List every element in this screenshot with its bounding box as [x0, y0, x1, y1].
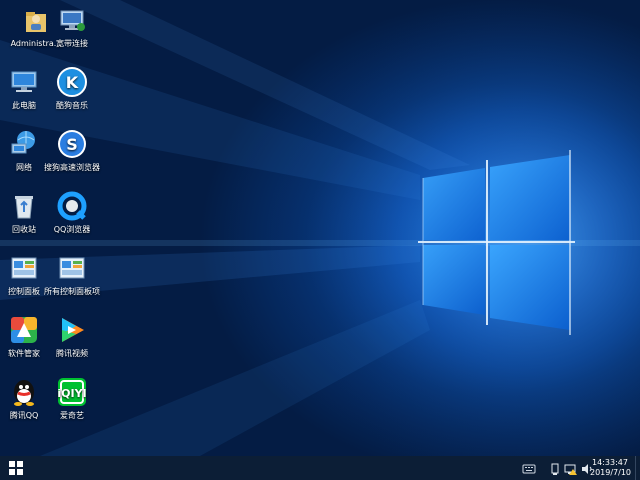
desktop-icon-sogou[interactable]: S 搜狗高速浏览器 [42, 128, 102, 173]
desktop-icon-label: 酷狗音乐 [56, 101, 88, 110]
desktop-icon-label: 宽带连接 [56, 39, 88, 48]
windows-logo-icon [9, 461, 23, 475]
network-status-icon[interactable] [564, 461, 578, 475]
desktop-icon-label: 所有控制面板项 [44, 287, 100, 296]
desktop-icon-kugou[interactable]: K 酷狗音乐 [42, 66, 102, 111]
tencent-video-icon [56, 314, 88, 346]
svg-text:S: S [66, 135, 78, 154]
svg-text:iQIYI: iQIYI [57, 387, 86, 400]
desktop-icon-label: 腾讯视频 [56, 349, 88, 358]
this-pc-icon [8, 66, 40, 98]
tencent-qq-icon [8, 376, 40, 408]
desktop-icon-qq-browser[interactable]: QQ浏览器 [42, 190, 102, 235]
keyboard-icon[interactable] [522, 461, 536, 475]
desktop-icon-label: 搜狗高速浏览器 [44, 163, 100, 172]
recycle-bin-icon [8, 190, 40, 222]
broadband-connection-icon [56, 4, 88, 36]
desktop-icon-broadband[interactable]: 宽带连接 [42, 4, 102, 49]
control-panel-icon [8, 252, 40, 284]
clock-date: 2019/7/10 [590, 468, 632, 477]
qq-browser-icon [56, 190, 88, 222]
software-manager-icon [8, 314, 40, 346]
desktop-icon-label: 爱奇艺 [60, 411, 84, 420]
sogou-browser-icon: S [56, 128, 88, 160]
network-icon [8, 128, 40, 160]
desktop-icon-iqiyi[interactable]: iQIYI 爱奇艺 [42, 376, 102, 421]
svg-text:K: K [66, 73, 79, 92]
taskbar: 14:33:47 2019/7/10 [0, 456, 640, 480]
desktop-icon-label: QQ浏览器 [53, 225, 91, 234]
desktop-icon-all-control-panel-items[interactable]: 所有控制面板项 [42, 252, 102, 297]
windows-logo-panes [418, 150, 575, 335]
kugou-music-icon: K [56, 66, 88, 98]
desktop[interactable]: Administra... 宽带连接 此电脑 K 酷狗音乐 网络 S 搜狗高速浏… [0, 0, 640, 456]
clock-time: 14:33:47 [592, 458, 628, 467]
taskbar-clock[interactable]: 14:33:47 2019/7/10 [590, 458, 632, 478]
all-control-panel-items-icon [56, 252, 88, 284]
show-desktop-button[interactable] [635, 456, 640, 480]
iqiyi-icon: iQIYI [56, 376, 88, 408]
start-button[interactable] [0, 456, 32, 480]
usb-device-icon[interactable] [548, 461, 562, 475]
desktop-icon-tencent-video[interactable]: 腾讯视频 [42, 314, 102, 359]
